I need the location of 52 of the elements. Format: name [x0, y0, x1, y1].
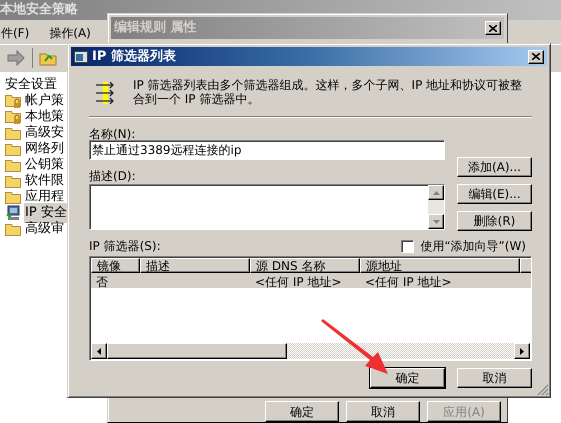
folder-icon [5, 190, 21, 204]
field-label: 名称(N): [89, 126, 136, 140]
table-cell: 否 [96, 275, 108, 289]
checkbox-label: 使用“添加向导”(W) [420, 238, 526, 255]
menu-item[interactable]: 操作(A) [48, 24, 92, 42]
close-icon[interactable] [489, 24, 497, 32]
dialog-title: IP 筛选器列表 [92, 48, 176, 66]
folder-icon [5, 174, 21, 188]
locked-folder-icon [5, 94, 21, 108]
folder-icon [5, 222, 21, 236]
dialog-button[interactable]: 确定 [265, 401, 339, 422]
column-header[interactable] [520, 258, 531, 273]
table-cell: <任何 IP 地址> [365, 275, 452, 289]
dialog-button[interactable]: 删除(R) [457, 211, 532, 231]
description-field[interactable] [89, 184, 445, 230]
field-label: 描述(D): [89, 168, 136, 182]
folder-icon [5, 142, 21, 156]
folder-icon [5, 158, 21, 172]
table-cell: <任何 IP 地址> [255, 275, 342, 289]
table-row[interactable]: 否 <任何 IP 地址> <任何 IP 地址> [91, 273, 531, 288]
dialog-button[interactable]: 添加(A)... [457, 157, 532, 177]
name-field[interactable]: 禁止通过3389远程连接的ip [89, 140, 445, 160]
checkbox[interactable] [401, 240, 414, 252]
scroll-up-icon[interactable] [432, 190, 440, 194]
scroll-right-icon[interactable] [520, 348, 524, 354]
column-header[interactable]: 描述 [140, 258, 250, 273]
field-label: IP 筛选器(S): [89, 238, 161, 255]
dialog-title: 编辑规则 属性 [114, 18, 197, 38]
vertical-scrollbar[interactable] [428, 185, 444, 229]
menu-item[interactable]: 件(F) [0, 24, 30, 42]
close-button[interactable] [528, 50, 544, 64]
dialog-button[interactable]: 确定 [370, 368, 445, 388]
dialog-button[interactable]: 取消 [457, 368, 532, 388]
scroll-thumb[interactable] [107, 343, 287, 359]
forward-arrow-icon[interactable] [6, 50, 26, 66]
window-icon [74, 50, 88, 62]
column-header[interactable]: 源地址 [360, 258, 520, 273]
resize-grip-icon[interactable] [537, 384, 549, 396]
info-text: IP 筛选器列表由多个筛选器组成。这样，多个子网、IP 地址和协议可被整合到一个 IP 筛选器中。 [132, 78, 524, 106]
filter-list-icon [95, 80, 115, 106]
column-header[interactable]: 源 DNS 名称 [250, 258, 360, 273]
scroll-left-icon[interactable] [97, 348, 101, 354]
folder-icon [5, 126, 21, 140]
locked-folder-icon [5, 110, 21, 124]
dialog-button[interactable]: 取消 [346, 401, 420, 422]
dialog-button[interactable]: 编辑(E)... [457, 184, 532, 204]
close-button[interactable] [485, 21, 501, 35]
column-header[interactable]: 镜像 [91, 258, 140, 273]
close-icon[interactable] [532, 53, 540, 60]
window-title: 本地安全策略 [0, 0, 78, 20]
scroll-down-icon[interactable] [432, 220, 440, 224]
horizontal-scrollbar[interactable] [91, 343, 530, 359]
